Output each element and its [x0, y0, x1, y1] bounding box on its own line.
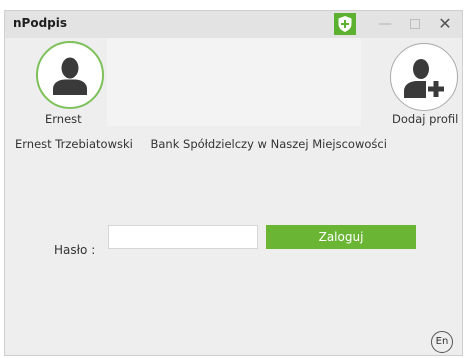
avatar: [36, 41, 104, 109]
language-button[interactable]: En: [431, 331, 453, 353]
maximize-button[interactable]: [403, 14, 427, 34]
bank-name: Bank Spółdzielczy w Naszej Miejscowości: [150, 137, 387, 151]
maximize-icon: [410, 19, 420, 29]
profile-name: Ernest: [45, 112, 82, 126]
app-title: nPodpis: [13, 16, 68, 30]
title-bar[interactable]: nPodpis — ✕: [5, 11, 462, 38]
login-button[interactable]: Zaloguj: [266, 225, 416, 249]
add-profile-tile[interactable]: Dodaj profil: [361, 38, 462, 126]
account-info: Ernest Trzebiatowski Bank Spółdzielczy w…: [15, 137, 387, 151]
close-icon: ✕: [438, 14, 452, 33]
shield-icon[interactable]: [334, 13, 356, 35]
profiles-strip: Ernest Dodaj profil: [5, 38, 462, 126]
close-button[interactable]: ✕: [433, 14, 457, 34]
minimize-button[interactable]: —: [373, 14, 397, 34]
password-input[interactable]: [108, 225, 258, 249]
app-window: nPodpis — ✕ Ernest Dodaj profil Ernest T…: [4, 10, 463, 356]
add-user-icon: [404, 59, 446, 98]
profile-tile-ernest[interactable]: Ernest: [5, 38, 107, 126]
account-name: Ernest Trzebiatowski: [15, 137, 133, 151]
add-profile-label: Dodaj profil: [392, 112, 459, 126]
add-profile-avatar: [390, 43, 458, 111]
password-label: Hasło :: [54, 243, 96, 257]
user-icon: [53, 57, 87, 95]
minimize-icon: —: [378, 16, 392, 32]
